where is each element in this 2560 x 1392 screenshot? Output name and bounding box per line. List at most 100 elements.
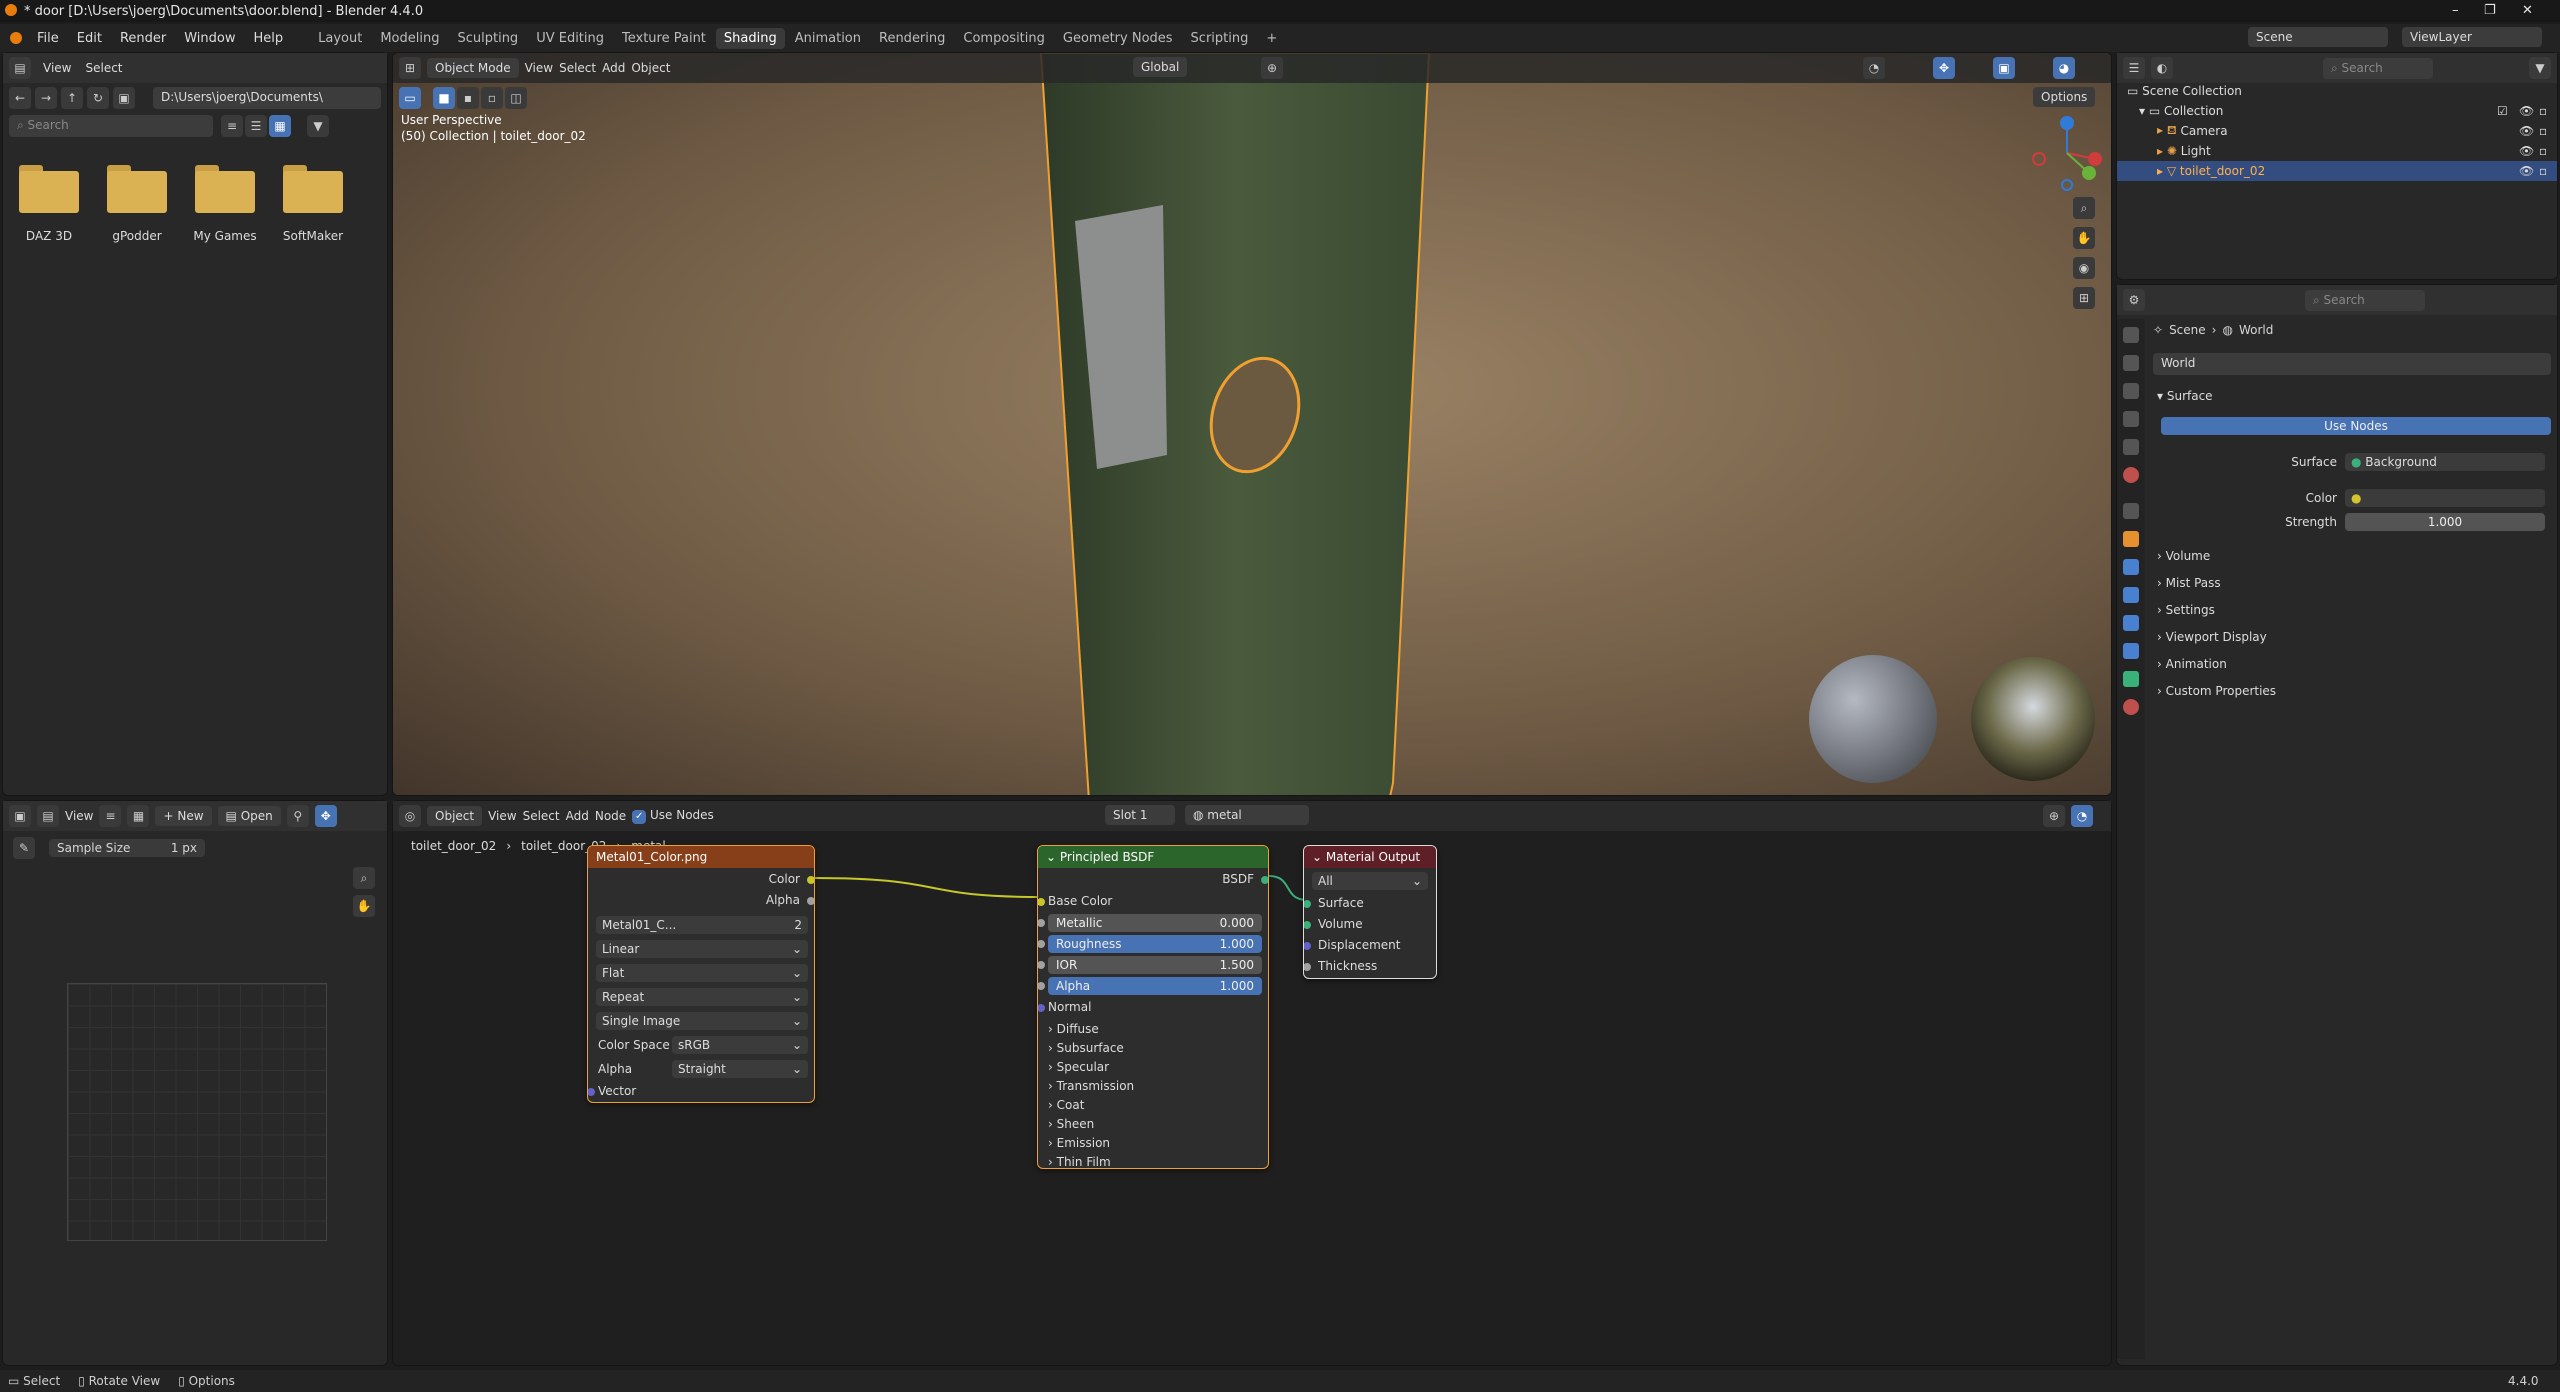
projection-dropdown[interactable]: Flat ⌄ — [596, 964, 808, 982]
3d-viewport[interactable]: ⊞ Object Mode View Select Add Object Glo… — [392, 52, 2112, 796]
image-texture-node[interactable]: Metal01_Color.png Color Alpha Metal01_C.… — [587, 845, 815, 1103]
sample-tool-icon[interactable]: ✎ — [13, 837, 35, 859]
gizmo-icon[interactable]: ✥ — [314, 805, 337, 827]
folder-label[interactable]: gPodder — [93, 229, 181, 243]
editor-type-icon[interactable]: ⊞ — [399, 57, 421, 79]
file-search-input[interactable]: ⌕ Search — [9, 115, 213, 137]
volume-input-socket[interactable] — [1304, 921, 1311, 929]
constraints-tab-icon[interactable] — [2123, 643, 2139, 659]
navigation-gizmo[interactable] — [2029, 115, 2105, 191]
folder-icon[interactable] — [19, 165, 79, 213]
folder-label[interactable]: My Games — [181, 229, 269, 243]
colorspace-dropdown[interactable]: sRGB ⌄ — [672, 1036, 808, 1054]
scene-selector[interactable]: Scene — [2248, 27, 2388, 47]
color-field[interactable]: ● — [2345, 489, 2545, 507]
viewport-options-button[interactable]: Options — [2033, 87, 2096, 107]
volume-section[interactable]: › Volume — [2157, 549, 2210, 563]
metallic-field[interactable]: Metallic 0.000 — [1048, 914, 1262, 932]
image-canvas-grid[interactable] — [67, 983, 327, 1241]
image-node-header[interactable]: Metal01_Color.png — [588, 846, 814, 868]
roughness-socket[interactable] — [1038, 940, 1045, 948]
base-color-socket[interactable] — [1038, 898, 1045, 906]
workspace-tab-geometry-nodes[interactable]: Geometry Nodes — [1055, 28, 1181, 49]
close-window-button[interactable]: ✕ — [2522, 3, 2533, 18]
render-tab-icon[interactable] — [2123, 355, 2139, 371]
blender-menu-icon[interactable] — [10, 32, 22, 44]
list-horizontal-icon[interactable]: ☰ — [245, 115, 267, 137]
outliner-row-collection[interactable]: ▾ ▭ Collection ☑ 👁 ▫ — [2117, 101, 2557, 121]
vector-input-socket[interactable] — [588, 1088, 595, 1096]
forward-arrow-icon[interactable]: → — [35, 87, 57, 109]
open-image-button[interactable]: ▤ Open — [217, 806, 281, 826]
transform-orientation-dropdown[interactable]: Global — [1133, 57, 1188, 77]
visibility-eye-icon[interactable]: 👁 — [2519, 144, 2534, 158]
ortho-toggle-icon[interactable]: ⊞ — [2073, 287, 2095, 309]
bsdf-output-socket[interactable] — [1261, 876, 1268, 884]
principled-bsdf-node[interactable]: ⌄ Principled BSDF BSDF Base Color Metall… — [1037, 845, 1269, 1169]
strength-field[interactable]: 1.000 — [2345, 513, 2545, 531]
folder-label[interactable]: SoftMaker — [269, 229, 357, 243]
xray-icon[interactable]: ▣ — [1993, 57, 2015, 79]
workspace-tab-modeling[interactable]: Modeling — [372, 28, 447, 49]
roughness-field[interactable]: Roughness 1.000 — [1048, 935, 1262, 953]
sample-size-field[interactable]: Sample Size 1 px — [49, 839, 205, 857]
bsdf-node-header[interactable]: ⌄ Principled BSDF — [1038, 846, 1268, 868]
folder-label[interactable]: DAZ 3D — [5, 229, 93, 243]
material-preview-icon[interactable]: ◕ — [2053, 57, 2075, 79]
custom-properties-section[interactable]: › Custom Properties — [2157, 684, 2276, 698]
add-workspace-icon[interactable]: + — [1258, 28, 1285, 49]
select-extend-icon[interactable]: ▪ — [457, 87, 479, 109]
alpha-socket[interactable] — [1038, 982, 1045, 990]
outliner-row-toilet-door[interactable]: ▸ ▽ toilet_door_02 👁 ▫ — [2117, 161, 2557, 181]
viewlayer-selector[interactable]: ViewLayer — [2402, 27, 2542, 47]
view-layer-tab-icon[interactable] — [2123, 411, 2139, 427]
render-camera-icon[interactable]: ▫ — [2539, 144, 2547, 158]
parent-dir-icon[interactable]: ↑ — [61, 87, 83, 109]
menu-file[interactable]: File — [28, 31, 68, 46]
viewport-display-section[interactable]: › Viewport Display — [2157, 630, 2267, 644]
particles-tab-icon[interactable] — [2123, 587, 2139, 603]
file-select-menu[interactable]: Select — [85, 61, 122, 75]
zoom-icon[interactable]: ⌕ — [353, 867, 375, 889]
editor-type-icon[interactable]: ▣ — [9, 805, 31, 827]
image-browse-icon[interactable]: ▦ — [127, 805, 150, 827]
visibility-eye-icon[interactable]: 👁 — [2519, 164, 2534, 178]
pan-hand-icon[interactable]: ✋ — [353, 895, 375, 917]
alpha-mode-dropdown[interactable]: Straight ⌄ — [672, 1060, 808, 1078]
outliner-row-camera[interactable]: ▸ ⛾ Camera 👁 ▫ — [2117, 121, 2557, 141]
output-alpha-socket[interactable] — [807, 897, 814, 905]
visibility-eye-icon[interactable]: 👁 — [2519, 104, 2534, 118]
select-box-tool-icon[interactable]: ▭ — [399, 87, 421, 109]
thin-film-panel[interactable]: › Thin Film — [1048, 1155, 1111, 1168]
file-view-menu[interactable]: View — [43, 61, 71, 75]
workspace-tab-layout[interactable]: Layout — [310, 28, 370, 49]
camera-view-icon[interactable]: ◉ — [2073, 257, 2095, 279]
world-tab-icon[interactable] — [2123, 467, 2139, 483]
ior-socket[interactable] — [1038, 961, 1045, 969]
workspace-tab-uv-editing[interactable]: UV Editing — [528, 28, 612, 49]
workspace-tab-animation[interactable]: Animation — [787, 28, 869, 49]
properties-search-input[interactable]: ⌕ Search — [2305, 289, 2425, 311]
output-node-header[interactable]: ⌄ Material Output — [1304, 846, 1436, 868]
sheen-panel[interactable]: › Sheen — [1048, 1117, 1094, 1131]
image-view-menu[interactable]: View — [65, 809, 93, 823]
settings-section[interactable]: › Settings — [2157, 603, 2215, 617]
overlays-icon[interactable]: ◔ — [1863, 57, 1885, 79]
menu-edit[interactable]: Edit — [68, 31, 111, 46]
collection-tab-icon[interactable] — [2123, 503, 2139, 519]
workspace-tab-sculpting[interactable]: Sculpting — [449, 28, 526, 49]
output-tab-icon[interactable] — [2123, 383, 2139, 399]
new-folder-icon[interactable]: ▣ — [113, 87, 135, 109]
viewport-select-menu[interactable]: Select — [559, 61, 596, 75]
surface-input-socket[interactable] — [1304, 900, 1311, 908]
interpolation-dropdown[interactable]: Linear ⌄ — [596, 940, 808, 958]
source-dropdown[interactable]: Single Image ⌄ — [596, 1012, 808, 1030]
scene-tab-icon[interactable] — [2123, 439, 2139, 455]
visibility-eye-icon[interactable]: 👁 — [2519, 124, 2534, 138]
maximize-button[interactable]: ❐ — [2484, 3, 2496, 18]
viewport-object-menu[interactable]: Object — [631, 61, 670, 75]
workspace-tab-texture-paint[interactable]: Texture Paint — [614, 28, 714, 49]
workspace-tab-rendering[interactable]: Rendering — [871, 28, 953, 49]
menu-render[interactable]: Render — [111, 31, 175, 46]
world-datablock-field[interactable]: World — [2153, 353, 2551, 375]
